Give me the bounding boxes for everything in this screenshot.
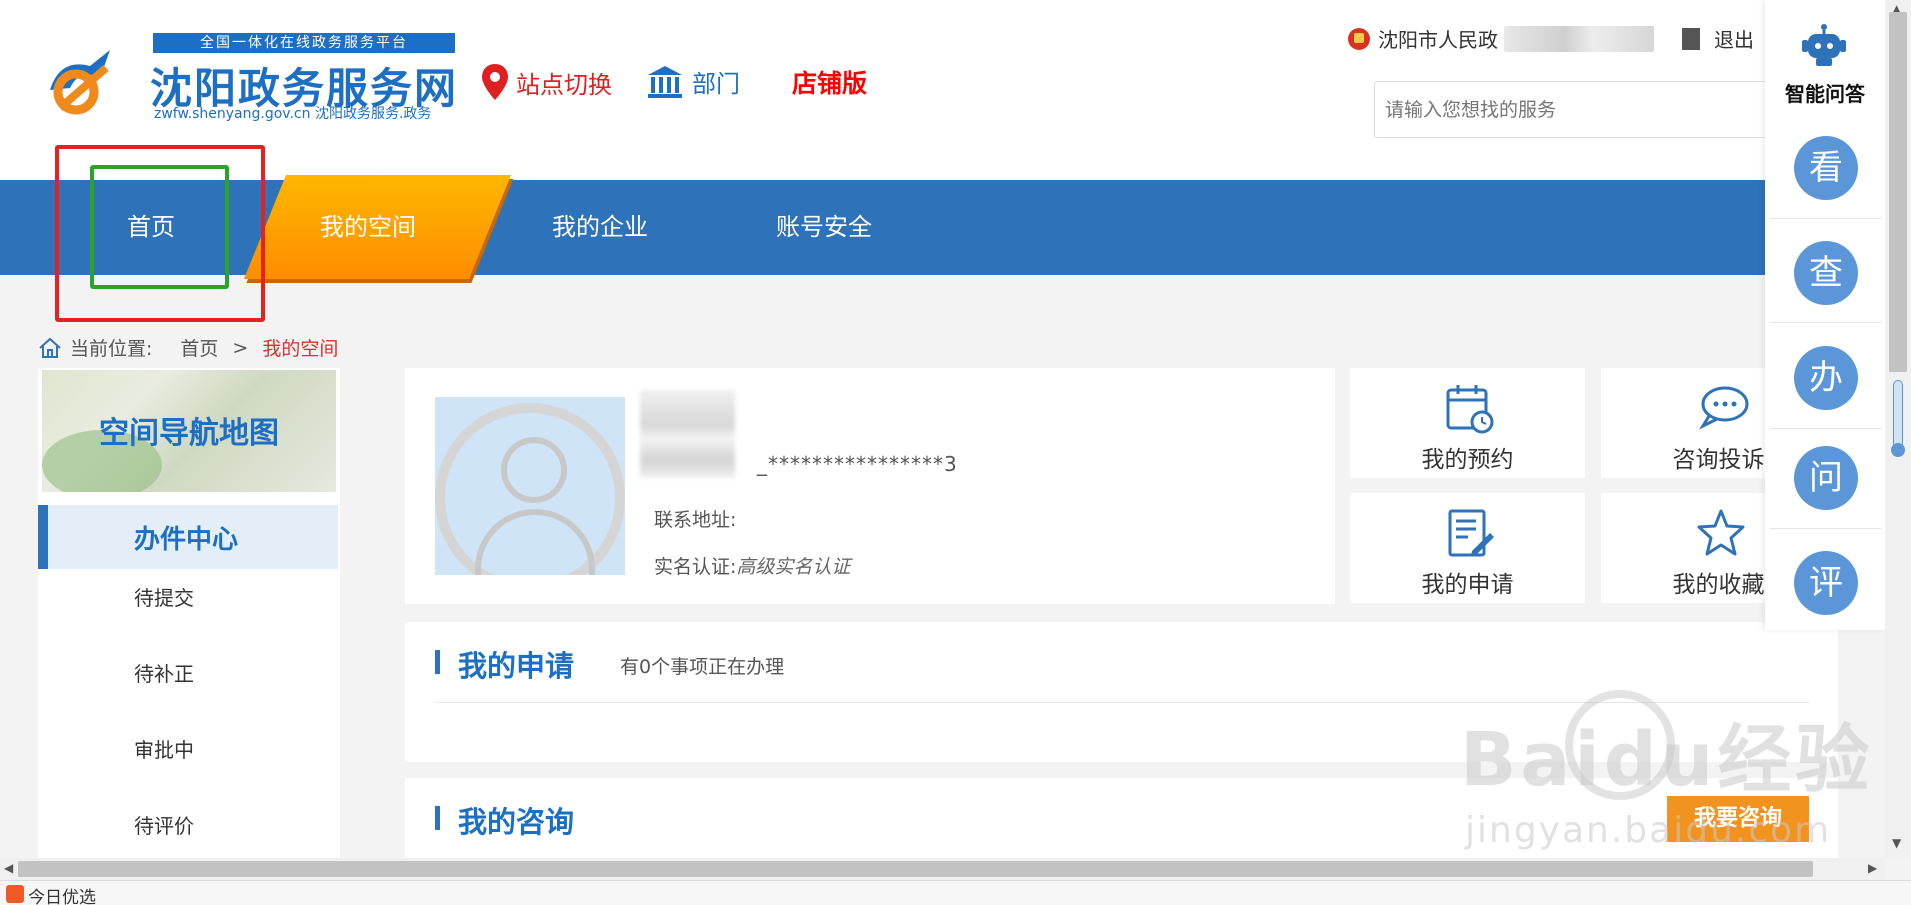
avatar-head-icon xyxy=(501,437,567,503)
contact-address-label: 联系地址: xyxy=(654,509,737,531)
my-applications-title: 我的申请 xyxy=(458,649,575,683)
sidebar-item-in-review[interactable]: 审批中 xyxy=(134,734,194,763)
site-header: 全国一体化在线政务服务平台 沈阳政务服务网 zwfw.shenyang.gov.… xyxy=(0,0,1911,180)
horizontal-scroll-thumb[interactable] xyxy=(18,861,1813,877)
nav-my-space[interactable]: 我的空间 xyxy=(320,180,416,275)
calendar-clock-icon xyxy=(1446,385,1494,434)
float-button-search[interactable]: 查 xyxy=(1794,241,1858,305)
float-button-ask[interactable]: 问 xyxy=(1794,446,1858,510)
scroll-right-arrow-icon[interactable]: ▶ xyxy=(1868,861,1877,875)
float-button-handle[interactable]: 办 xyxy=(1794,346,1858,410)
site-switch-link[interactable]: 站点切换 xyxy=(482,64,612,100)
shop-version-link[interactable]: 店铺版 xyxy=(792,64,867,100)
float-divider xyxy=(1770,322,1882,323)
sidebar-menu-head[interactable]: 办件中心 xyxy=(38,505,338,569)
space-nav-map[interactable]: 空间导航地图 xyxy=(42,370,336,492)
float-button-view[interactable]: 看 xyxy=(1794,136,1858,200)
redacted-user-name xyxy=(640,390,735,478)
site-logo-icon[interactable] xyxy=(40,38,128,118)
section-marker xyxy=(435,650,440,674)
user-org-name: 沈阳市人民政 xyxy=(1378,28,1498,52)
contact-address-row: 联系地址: xyxy=(654,505,736,532)
location-pin-icon xyxy=(482,64,508,100)
watermark-url: jingyan.baidu.com xyxy=(1465,810,1832,851)
tile-my-applications[interactable]: 我的申请 xyxy=(1350,493,1585,603)
real-name-auth-row: 实名认证:高级实名认证 xyxy=(654,552,850,579)
sidebar-item-pending-submit[interactable]: 待提交 xyxy=(134,582,194,611)
masked-id-number: _****************3 xyxy=(757,452,958,476)
site-switch-label: 站点切换 xyxy=(516,70,612,99)
tile-my-applications-label: 我的申请 xyxy=(1421,572,1514,598)
department-link[interactable]: 部门 xyxy=(648,64,740,99)
scroll-down-arrow-icon[interactable]: ▼ xyxy=(1892,836,1901,850)
redacted-mark xyxy=(1682,27,1700,50)
tile-my-appointments[interactable]: 我的预约 xyxy=(1350,368,1585,478)
highlight-box-green xyxy=(90,165,229,289)
logo-tagline: 全国一体化在线政务服务平台 xyxy=(153,33,455,53)
building-icon xyxy=(648,65,682,98)
daily-picks-label[interactable]: 今日优选 xyxy=(28,883,96,905)
logo-domain: zwfw.shenyang.gov.cn 沈阳政务服务.政务 xyxy=(154,106,432,122)
float-divider xyxy=(1770,218,1882,219)
sidebar-item-pending-review[interactable]: 待评价 xyxy=(134,810,194,839)
real-name-auth-value: 高级实名认证 xyxy=(736,556,851,578)
breadcrumb-label: 当前位置: xyxy=(70,338,153,360)
sidebar-item-pending-correction[interactable]: 待补正 xyxy=(134,658,194,687)
section-marker xyxy=(435,806,440,830)
daily-picks-icon[interactable] xyxy=(6,885,24,903)
logout-link[interactable]: 退出 xyxy=(1714,24,1754,53)
department-label: 部门 xyxy=(692,70,740,98)
redacted-username xyxy=(1504,25,1654,52)
user-area: 沈阳市人民政 退出 xyxy=(1348,24,1754,53)
nav-my-enterprise[interactable]: 我的企业 xyxy=(552,180,648,275)
horizontal-scrollbar[interactable]: ◀ ▶ xyxy=(0,858,1885,880)
real-name-auth-label: 实名认证: xyxy=(654,556,737,578)
breadcrumb-separator: > xyxy=(232,336,249,359)
robot-assistant-icon[interactable] xyxy=(1800,22,1848,70)
tile-my-appointments-label: 我的预约 xyxy=(1421,447,1514,473)
breadcrumb-current: 我的空间 xyxy=(262,338,339,360)
my-consultations-title: 我的咨询 xyxy=(458,805,575,839)
search-box xyxy=(1374,81,1784,138)
home-icon xyxy=(39,337,61,358)
scroll-indicator-icon xyxy=(1891,380,1905,457)
browser-status-bar: 今日优选 xyxy=(0,880,1911,905)
sidebar-menu-head-label: 办件中心 xyxy=(134,525,239,555)
avatar[interactable] xyxy=(435,397,625,575)
float-button-rate[interactable]: 评 xyxy=(1794,551,1858,615)
document-edit-icon xyxy=(1448,509,1494,557)
robot-assistant-label[interactable]: 智能问答 xyxy=(1785,78,1865,107)
breadcrumb: 当前位置: 首页 > 我的空间 xyxy=(38,334,338,361)
my-applications-summary: 有0个事项正在办理 xyxy=(620,656,785,678)
search-input[interactable] xyxy=(1385,94,1685,126)
breadcrumb-home[interactable]: 首页 xyxy=(180,334,218,361)
national-emblem-icon xyxy=(1348,27,1370,50)
star-icon xyxy=(1697,509,1745,556)
vertical-scroll-thumb[interactable] xyxy=(1889,12,1907,372)
float-divider xyxy=(1770,428,1882,429)
watermark-text: Baidu经验 xyxy=(1460,717,1874,803)
scroll-left-arrow-icon[interactable]: ◀ xyxy=(4,861,13,875)
nav-account-security[interactable]: 账号安全 xyxy=(776,180,872,275)
float-divider xyxy=(1770,528,1882,529)
space-nav-map-title: 空间导航地图 xyxy=(99,416,279,451)
chat-bubble-icon xyxy=(1699,386,1749,430)
